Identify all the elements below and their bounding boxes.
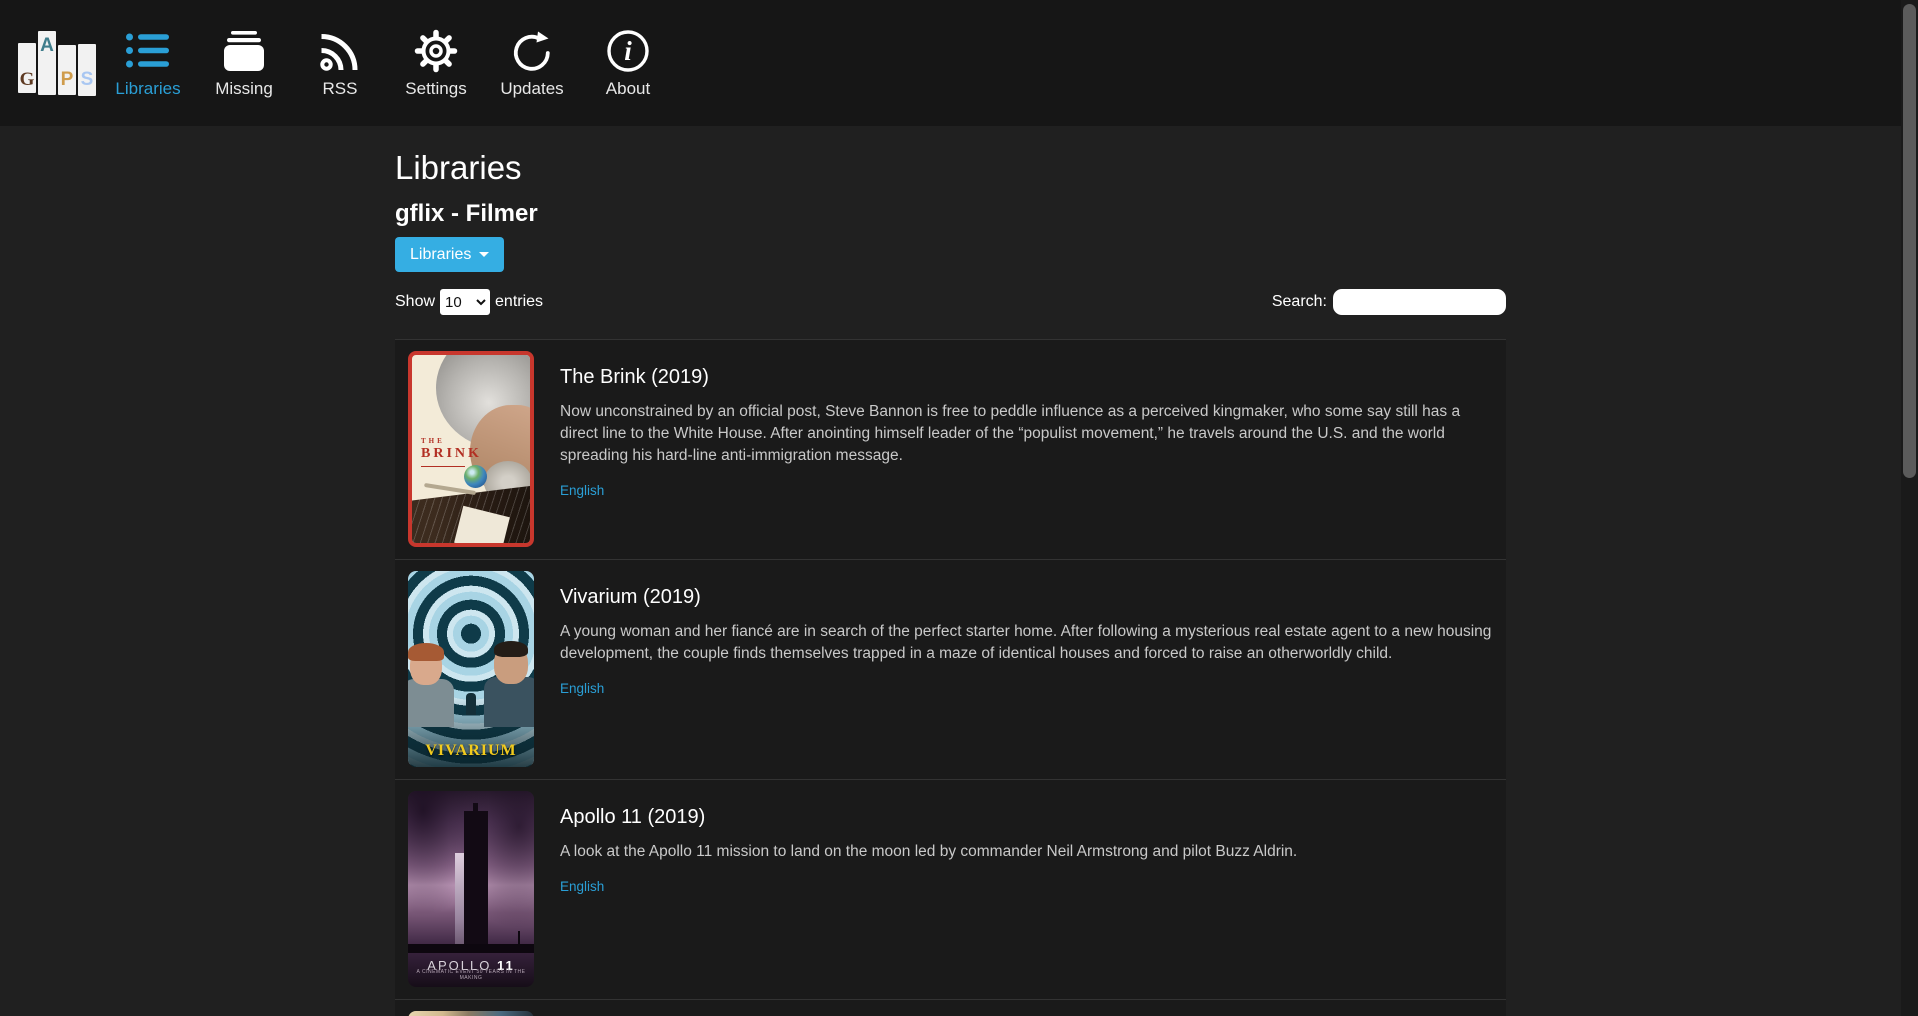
poster-cell	[408, 1011, 534, 1016]
nav-item-rss[interactable]: RSS	[292, 0, 388, 99]
poster-art	[518, 931, 520, 947]
info-icon: i	[580, 27, 676, 75]
poster-title-text: VIVARIUM	[408, 742, 534, 760]
movie-table: THE BRINK The Brink (2019) Now unconstra…	[395, 339, 1506, 1016]
logo-letter: G	[18, 69, 36, 91]
language-link[interactable]: English	[560, 483, 604, 498]
library-subtitle: gflix - Filmer	[395, 200, 1506, 228]
nav-item-libraries[interactable]: Libraries	[100, 0, 196, 99]
search-control: Search:	[1272, 289, 1506, 315]
language-link[interactable]: English	[560, 879, 604, 894]
poster-art	[466, 693, 476, 715]
search-label: Search:	[1272, 293, 1327, 311]
poster-art	[408, 647, 454, 727]
poster-cell: APOLLO 11 A CINEMATIC EVENT 50 YEARS IN …	[408, 791, 534, 987]
table-row-the-brink[interactable]: THE BRINK The Brink (2019) Now unconstra…	[395, 339, 1506, 559]
search-input[interactable]	[1333, 289, 1506, 315]
movie-description: A look at the Apollo 11 mission to land …	[560, 841, 1500, 863]
logo-bar: G	[18, 43, 36, 93]
nav-label: Libraries	[100, 79, 196, 99]
gear-icon	[388, 27, 484, 75]
top-navbar: G A P S Libraries	[0, 0, 1918, 126]
movie-poster-vivarium[interactable]: VIVARIUM	[408, 571, 534, 767]
logo-bar: S	[78, 44, 96, 96]
page-length-control: Show 10 entries	[395, 289, 543, 315]
nav-item-missing[interactable]: Missing	[196, 0, 292, 99]
movie-description: Now unconstrained by an official post, S…	[560, 401, 1500, 467]
logo-bar: A	[38, 31, 56, 95]
movie-poster-partial[interactable]	[408, 1011, 534, 1016]
logo-letter: S	[78, 69, 96, 91]
missing-stack-icon	[196, 27, 292, 75]
nav-label: Missing	[196, 79, 292, 99]
page-length-select[interactable]: 10	[440, 289, 490, 315]
movie-info	[534, 1011, 1506, 1016]
main-content: Libraries gflix - Filmer Libraries Show …	[395, 126, 1506, 1016]
movie-info: The Brink (2019) Now unconstrained by an…	[534, 351, 1506, 547]
movie-title: Apollo 11 (2019)	[560, 805, 1506, 829]
caret-down-icon	[479, 252, 489, 257]
logo-letter: P	[58, 69, 76, 91]
gaps-logo[interactable]: G A P S	[18, 14, 96, 114]
poster-tagline-text: A CINEMATIC EVENT 50 YEARS IN THE MAKING	[408, 969, 534, 981]
table-row-partial[interactable]	[395, 999, 1506, 1016]
nav-item-updates[interactable]: Updates	[484, 0, 580, 99]
nav-item-about[interactable]: i About	[580, 0, 676, 99]
poster-cell: THE BRINK	[408, 351, 534, 547]
nav-item-settings[interactable]: Settings	[388, 0, 484, 99]
svg-text:i: i	[624, 36, 632, 66]
logo-letter: A	[38, 35, 56, 57]
poster-art	[464, 465, 487, 488]
nav-label: Updates	[484, 79, 580, 99]
scrollbar-thumb[interactable]	[1903, 4, 1916, 478]
movie-info: Vivarium (2019) A young woman and her fi…	[534, 571, 1506, 767]
vertical-scrollbar[interactable]	[1901, 0, 1918, 1016]
movie-info: Apollo 11 (2019) A look at the Apollo 11…	[534, 791, 1506, 987]
nav-items: Libraries Missing	[100, 0, 676, 99]
nav-label: Settings	[388, 79, 484, 99]
table-row-vivarium[interactable]: VIVARIUM Vivarium (2019) A young woman a…	[395, 559, 1506, 779]
poster-title-text: THE BRINK	[421, 437, 482, 467]
poster-art	[484, 644, 534, 727]
table-controls: Show 10 entries Search:	[395, 289, 1506, 315]
poster-art	[464, 811, 488, 947]
libraries-dropdown-button[interactable]: Libraries	[395, 237, 504, 272]
movie-poster-the-brink[interactable]: THE BRINK	[408, 351, 534, 547]
movie-description: A young woman and her fiancé are in sear…	[560, 621, 1500, 665]
rss-icon	[292, 27, 388, 75]
movie-poster-apollo-11[interactable]: APOLLO 11 A CINEMATIC EVENT 50 YEARS IN …	[408, 791, 534, 987]
table-row-apollo-11[interactable]: APOLLO 11 A CINEMATIC EVENT 50 YEARS IN …	[395, 779, 1506, 999]
list-icon	[100, 27, 196, 75]
movie-title: The Brink (2019)	[560, 365, 1506, 389]
show-label: Show	[395, 293, 435, 311]
page-title: Libraries	[395, 148, 1506, 188]
language-link[interactable]: English	[560, 681, 604, 696]
logo-bar: P	[58, 45, 76, 95]
nav-label: RSS	[292, 79, 388, 99]
poster-cell: VIVARIUM	[408, 571, 534, 767]
refresh-icon	[484, 27, 580, 75]
movie-title: Vivarium (2019)	[560, 585, 1506, 609]
nav-label: About	[580, 79, 676, 99]
poster-art	[455, 853, 464, 947]
entries-label: entries	[495, 293, 543, 311]
poster-art	[408, 944, 534, 953]
libraries-dropdown-label: Libraries	[410, 246, 471, 264]
